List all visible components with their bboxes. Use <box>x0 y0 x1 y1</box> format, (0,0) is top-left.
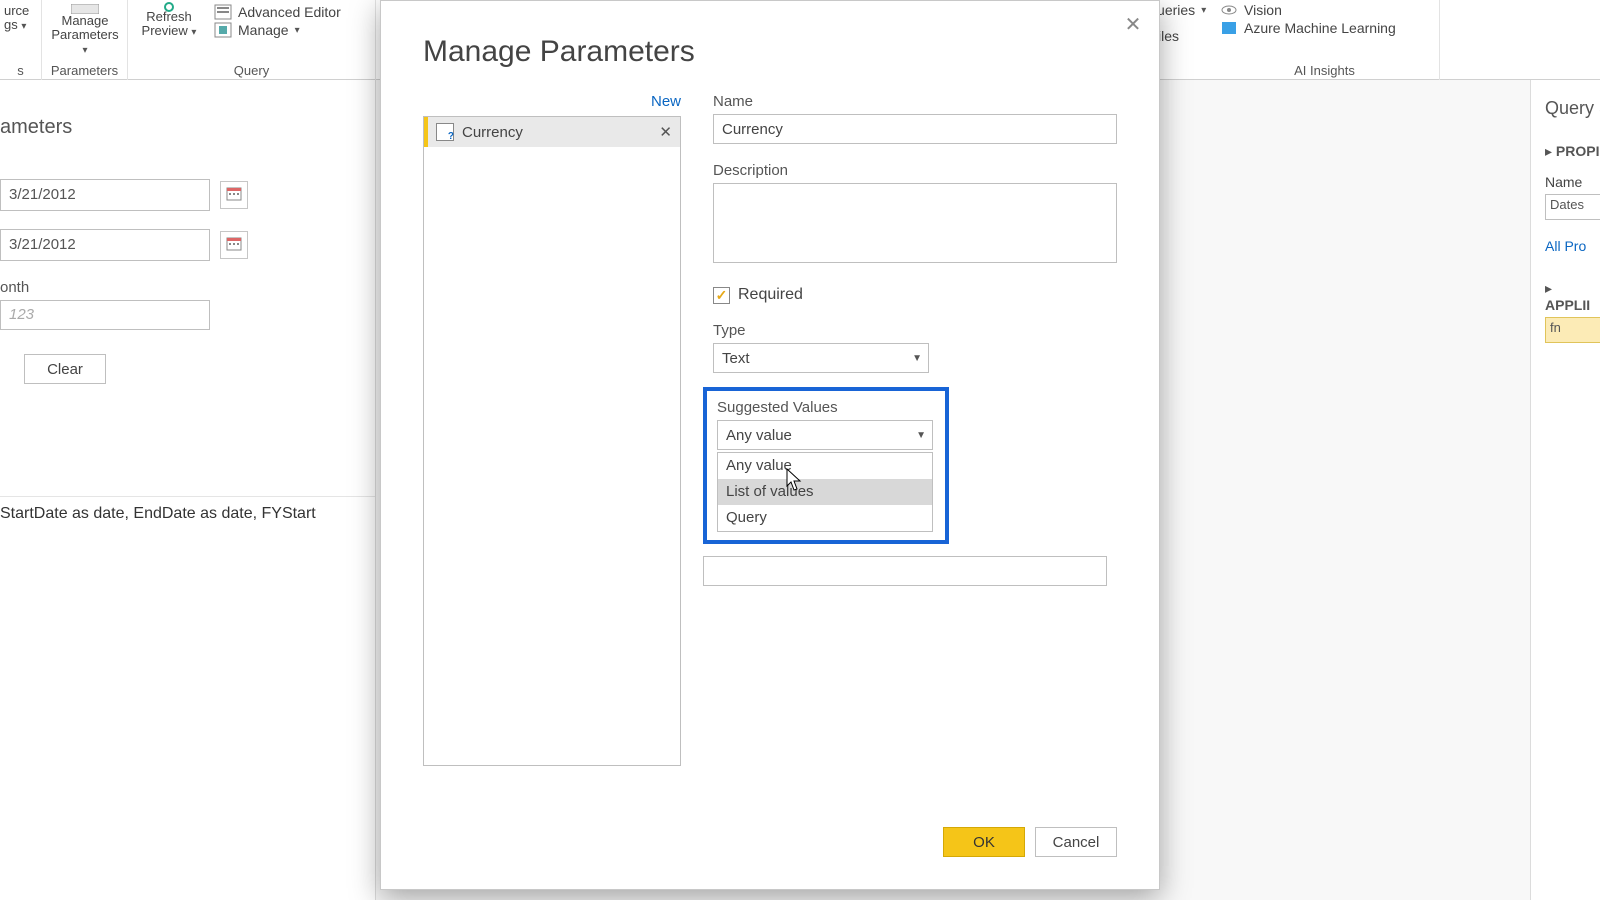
vision-icon <box>1220 2 1238 18</box>
option-any-value[interactable]: Any value <box>718 453 932 479</box>
manage-params-icon <box>71 2 99 12</box>
description-field-label: Description <box>713 162 1117 179</box>
description-input[interactable] <box>713 183 1117 263</box>
current-value-input[interactable] <box>703 556 1107 586</box>
sources-caption-partial: s <box>0 63 41 78</box>
formula-text-partial: StartDate as date, EndDate as date, FYSt… <box>0 505 316 522</box>
applied-step-selected[interactable]: fn <box>1545 317 1600 343</box>
suggested-values-options: Any value List of values Query <box>717 452 933 532</box>
chevron-down-icon: ▼ <box>912 353 922 364</box>
ai-caption: AI Insights <box>1210 63 1439 78</box>
query-name-input[interactable]: Dates <box>1545 194 1600 220</box>
ribbon-group-parameters: ManageParameters ▾ Parameters <box>42 0 128 80</box>
formula-bar: StartDate as date, EndDate as date, FYSt… <box>0 496 375 531</box>
type-value: Text <box>722 350 750 367</box>
calendar-icon <box>226 186 242 205</box>
option-query[interactable]: Query <box>718 505 932 531</box>
query-caption: Query <box>128 63 375 78</box>
remove-parameter-button[interactable]: ✕ <box>659 123 672 141</box>
option-list-of-values[interactable]: List of values <box>718 479 932 505</box>
chevron-down-icon: ▼ <box>916 430 926 441</box>
name-label: Name <box>1545 174 1600 190</box>
required-label: Required <box>738 286 803 304</box>
ribbon-group-sources: urce gs ▾ s <box>0 0 42 80</box>
suggested-values-value: Any value <box>726 427 792 444</box>
vision-label: Vision <box>1244 2 1282 18</box>
aml-icon <box>1220 20 1238 36</box>
manage-label: Manage <box>238 22 289 38</box>
calendar-icon <box>226 236 242 255</box>
ribbon-group-ai: Vision Azure Machine Learning AI Insight… <box>1210 0 1440 80</box>
fy-month-input[interactable]: 123 <box>0 300 210 330</box>
properties-section: ▸ PROPI <box>1545 143 1600 160</box>
clear-button[interactable]: Clear <box>24 354 106 384</box>
iles-partial-label: iles <box>1158 28 1179 44</box>
query-settings-panel: Query S ▸ PROPI Name Dates All Pro ▸ APP… <box>1530 80 1600 900</box>
close-icon: ✕ <box>1125 14 1142 36</box>
required-checkbox[interactable]: ✓ <box>713 287 730 304</box>
suggested-values-dropdown[interactable]: Any value ▼ <box>717 420 933 450</box>
ok-button[interactable]: OK <box>943 827 1025 857</box>
advanced-editor-label: Advanced Editor <box>238 4 341 20</box>
name-field-label: Name <box>713 93 1117 110</box>
sources-sublabel-partial: gs <box>4 17 18 32</box>
manage-parameters-dialog: ✕ Manage Parameters New Currency ✕ Name … <box>380 0 1160 890</box>
suggested-values-highlight: Suggested Values Any value ▼ Any value L… <box>703 387 949 544</box>
ribbon-group-query: RefreshPreview ▾ Advanced Editor Manage … <box>128 0 376 80</box>
parameters-heading-partial: ameters <box>0 116 375 139</box>
manage-button[interactable]: Manage ▾ <box>214 22 341 38</box>
refresh-preview-button[interactable]: RefreshPreview ▾ <box>136 0 202 40</box>
parameter-item-label: Currency <box>462 124 651 141</box>
aml-label: Azure Machine Learning <box>1244 20 1396 36</box>
end-date-picker-button[interactable] <box>220 231 248 259</box>
cancel-button[interactable]: Cancel <box>1035 827 1117 857</box>
parameters-panel: ameters 3/21/2012 3/21/2012 onth 123 Cle… <box>0 80 376 900</box>
query-settings-heading-partial: Query S <box>1545 98 1600 119</box>
number-label-partial: onth <box>0 279 375 296</box>
end-date-input[interactable]: 3/21/2012 <box>0 229 210 261</box>
new-parameter-link[interactable]: New <box>423 93 681 110</box>
parameter-list: Currency ✕ <box>423 116 681 766</box>
start-date-input[interactable]: 3/21/2012 <box>0 179 210 211</box>
parameters-caption: Parameters <box>42 63 127 78</box>
manage-params-label: ManageParameters ▾ <box>48 14 122 58</box>
manage-parameters-button[interactable]: ManageParameters ▾ <box>48 0 122 58</box>
refresh-label: RefreshPreview ▾ <box>142 10 197 40</box>
dialog-title: Manage Parameters <box>423 35 1159 69</box>
applied-steps-section: ▸ APPLII <box>1545 280 1600 313</box>
name-input[interactable] <box>713 114 1117 144</box>
manage-icon <box>214 22 232 38</box>
dialog-close-button[interactable]: ✕ <box>1121 15 1145 39</box>
suggested-values-label: Suggested Values <box>717 399 939 416</box>
aml-button[interactable]: Azure Machine Learning <box>1220 20 1396 36</box>
type-dropdown[interactable]: Text ▼ <box>713 343 929 373</box>
all-properties-link[interactable]: All Pro <box>1545 238 1600 254</box>
parameter-icon <box>436 123 454 141</box>
advanced-editor-icon <box>214 4 232 20</box>
sources-label-partial: urce <box>4 3 29 18</box>
type-field-label: Type <box>713 322 1117 339</box>
advanced-editor-button[interactable]: Advanced Editor <box>214 4 341 20</box>
parameter-item-currency[interactable]: Currency ✕ <box>424 117 680 147</box>
start-date-picker-button[interactable] <box>220 181 248 209</box>
vision-button[interactable]: Vision <box>1220 2 1396 18</box>
